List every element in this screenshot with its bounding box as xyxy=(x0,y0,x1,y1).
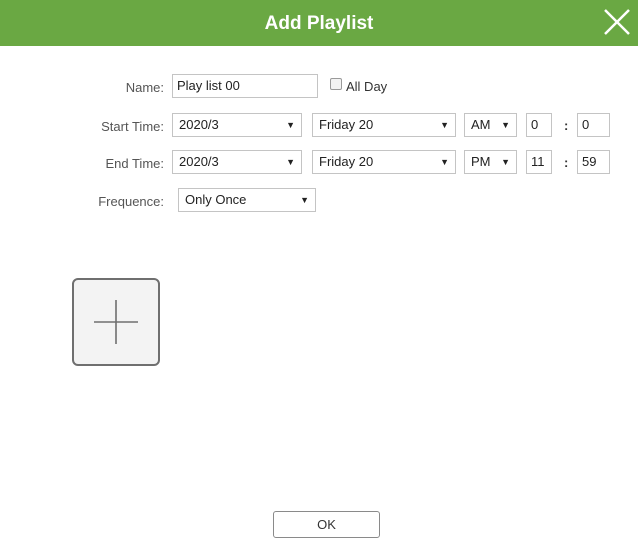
end-month-select[interactable]: 2020/3 ▼ xyxy=(172,150,302,174)
caret-down-icon: ▼ xyxy=(501,120,510,130)
all-day-label: All Day xyxy=(346,79,388,94)
close-icon xyxy=(604,9,630,35)
start-time-separator: : xyxy=(564,118,569,133)
name-label: Name: xyxy=(125,80,164,95)
end-time-label: End Time: xyxy=(105,156,164,171)
end-day-value: Friday 20 xyxy=(319,154,374,169)
caret-down-icon: ▼ xyxy=(501,157,510,167)
start-month-select[interactable]: 2020/3 ▼ xyxy=(172,113,302,137)
frequence-label: Frequence: xyxy=(98,194,164,209)
dialog-title: Add Playlist xyxy=(264,13,374,34)
end-day-select[interactable]: Friday 20 ▼ xyxy=(312,150,456,174)
frequence-value: Only Once xyxy=(185,192,247,207)
caret-down-icon: ▼ xyxy=(300,195,309,205)
caret-down-icon: ▼ xyxy=(286,120,295,130)
end-minute-input[interactable]: 59 xyxy=(577,150,610,174)
start-hour-input[interactable]: 0 xyxy=(526,113,552,137)
start-time-label: Start Time: xyxy=(101,119,164,134)
start-ampm-value: AM xyxy=(471,117,491,132)
end-time-separator: : xyxy=(564,155,569,170)
add-item-button[interactable] xyxy=(72,278,160,366)
caret-down-icon: ▼ xyxy=(440,120,449,130)
end-hour-input[interactable]: 11 xyxy=(526,150,552,174)
end-ampm-select[interactable]: PM ▼ xyxy=(464,150,517,174)
all-day-checkbox[interactable] xyxy=(330,78,342,90)
start-day-value: Friday 20 xyxy=(319,117,374,132)
ok-button[interactable]: OK xyxy=(273,511,380,538)
start-minute-input[interactable]: 0 xyxy=(577,113,610,137)
caret-down-icon: ▼ xyxy=(286,157,295,167)
start-ampm-select[interactable]: AM ▼ xyxy=(464,113,517,137)
end-month-value: 2020/3 xyxy=(179,154,219,169)
plus-icon xyxy=(94,300,138,344)
caret-down-icon: ▼ xyxy=(440,157,449,167)
frequence-select[interactable]: Only Once ▼ xyxy=(178,188,316,212)
start-month-value: 2020/3 xyxy=(179,117,219,132)
end-ampm-value: PM xyxy=(471,154,491,169)
name-input[interactable]: Play list 00 xyxy=(172,74,318,98)
close-button[interactable] xyxy=(600,5,634,39)
start-day-select[interactable]: Friday 20 ▼ xyxy=(312,113,456,137)
